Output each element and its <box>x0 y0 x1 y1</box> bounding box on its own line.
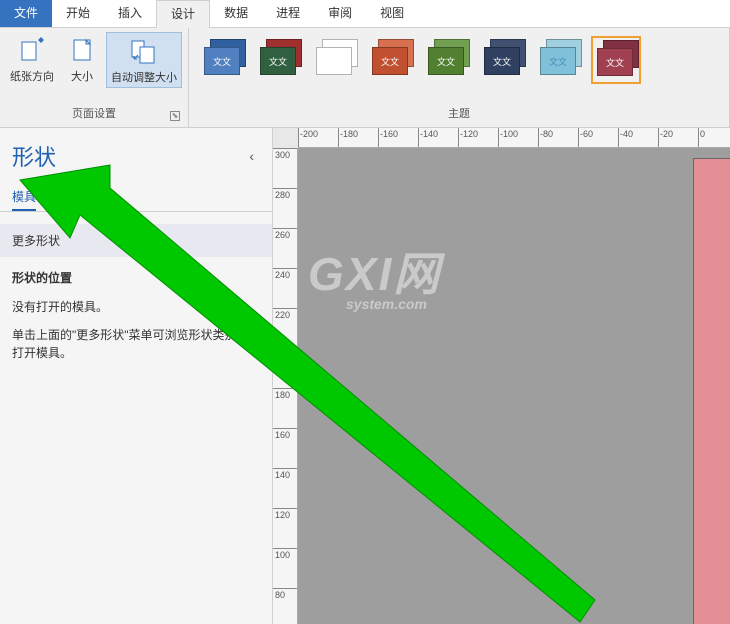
orientation-button[interactable]: 纸张方向 <box>6 32 58 88</box>
tab-home[interactable]: 开始 <box>52 0 104 27</box>
themes-label: 主题 <box>195 103 723 123</box>
ribbon-tabs: 文件 开始 插入 设计 数据 进程 审阅 视图 <box>0 0 730 28</box>
ribbon-group-page-setup: 纸张方向 大小 自动调整大小 页面设置 ⬊ <box>0 28 189 127</box>
drawing-canvas[interactable]: GXI网 system.com <box>298 148 730 624</box>
tab-file[interactable]: 文件 <box>0 0 52 27</box>
page-setup-label: 页面设置 ⬊ <box>6 103 182 123</box>
sidebar-title: 形状 <box>12 140 56 172</box>
page-shape[interactable] <box>693 158 730 624</box>
shape-location-panel: 形状的位置 没有打开的模具。 单击上面的"更多形状"菜单可浏览形状类别并打开模具… <box>0 257 272 384</box>
shape-location-hint: 单击上面的"更多形状"菜单可浏览形状类别并打开模具。 <box>12 326 260 362</box>
theme-swatch-1[interactable]: 文文 文文 <box>199 36 249 84</box>
sidebar-tab-search[interactable]: 搜索 <box>60 184 84 211</box>
theme-swatch-5[interactable]: 文文 文文 <box>423 36 473 84</box>
themes-gallery: 文文 文文 文文 文文 文文 文文 文文 文文 文文 文文 <box>195 32 723 88</box>
shapes-sidebar: 形状 ‹ 模具 搜索 更多形状 形状的位置 没有打开的模具。 单击上面的"更多形… <box>0 128 273 624</box>
autofit-button[interactable]: 自动调整大小 <box>106 32 182 88</box>
tab-data[interactable]: 数据 <box>210 0 262 27</box>
shape-location-empty: 没有打开的模具。 <box>12 298 260 316</box>
theme-swatch-3[interactable] <box>311 36 361 84</box>
horizontal-ruler: -200-180-160-140-120-100-80-60-40-200204 <box>298 128 730 148</box>
ribbon-group-themes: 文文 文文 文文 文文 文文 文文 文文 文文 文文 文文 <box>189 28 730 127</box>
theme-swatch-6[interactable]: 文文 文文 <box>479 36 529 84</box>
watermark: GXI网 system.com <box>308 238 441 312</box>
tab-insert[interactable]: 插入 <box>104 0 156 27</box>
tab-review[interactable]: 审阅 <box>314 0 366 27</box>
theme-swatch-8[interactable]: 文文 文文 <box>591 36 641 84</box>
theme-swatch-4[interactable]: 文文 文文 <box>367 36 417 84</box>
page-setup-launcher-icon[interactable]: ⬊ <box>170 111 180 121</box>
theme-swatch-7[interactable]: 文文 文文 <box>535 36 585 84</box>
vertical-ruler: 30028026024022020018016014012010080 <box>273 148 298 624</box>
sidebar-collapse-button[interactable]: ‹ <box>243 146 260 166</box>
sidebar-tab-stencils[interactable]: 模具 <box>12 184 36 211</box>
tab-view[interactable]: 视图 <box>366 0 418 27</box>
shape-location-title: 形状的位置 <box>12 269 260 286</box>
autofit-icon <box>128 35 160 67</box>
size-icon <box>66 34 98 66</box>
size-button[interactable]: 大小 <box>60 32 104 88</box>
tab-process[interactable]: 进程 <box>262 0 314 27</box>
ribbon: 纸张方向 大小 自动调整大小 页面设置 ⬊ 文文 文文 <box>0 28 730 128</box>
main-area: 形状 ‹ 模具 搜索 更多形状 形状的位置 没有打开的模具。 单击上面的"更多形… <box>0 128 730 624</box>
more-shapes-button[interactable]: 更多形状 <box>0 224 272 257</box>
theme-swatch-2[interactable]: 文文 文文 <box>255 36 305 84</box>
orientation-icon <box>16 34 48 66</box>
tab-design[interactable]: 设计 <box>156 0 210 28</box>
canvas-area: -200-180-160-140-120-100-80-60-40-200204… <box>273 128 730 624</box>
